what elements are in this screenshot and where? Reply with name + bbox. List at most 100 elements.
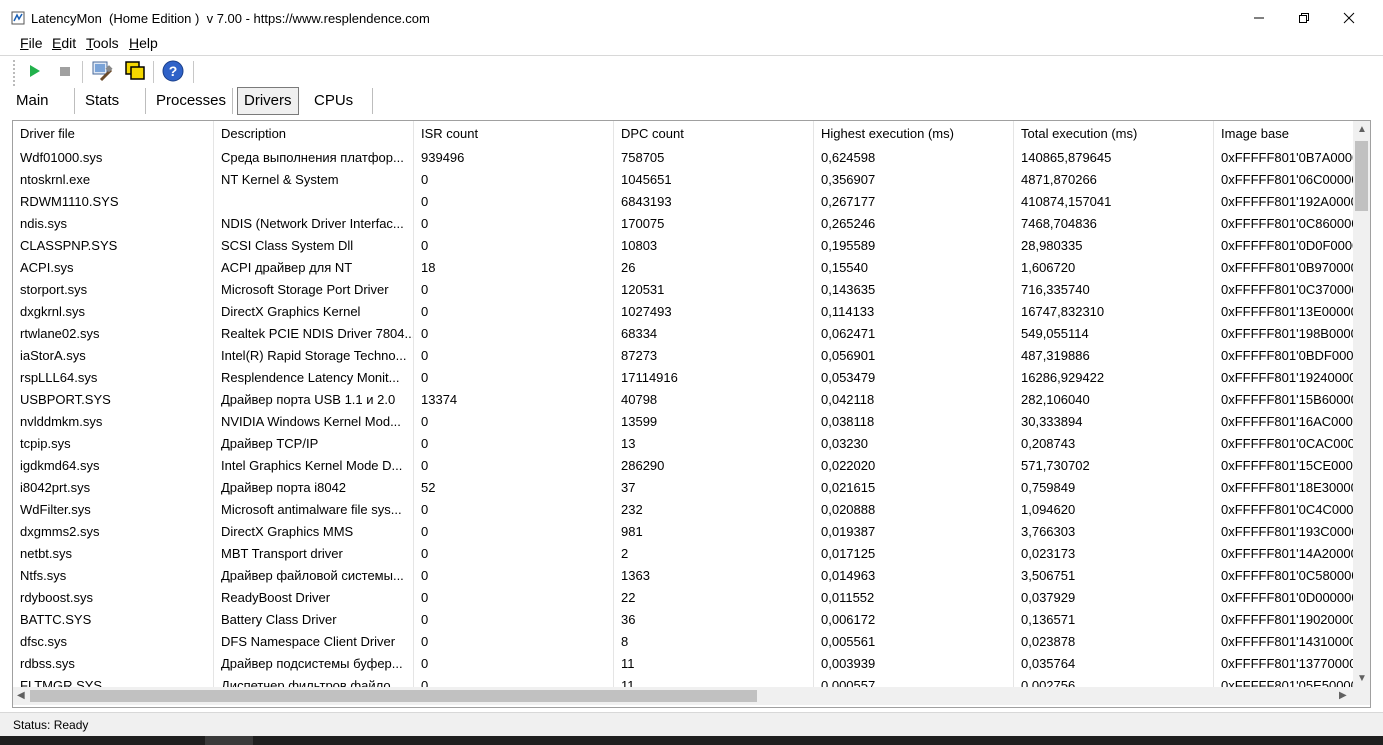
cell-driver-file: BATTC.SYS — [13, 609, 214, 631]
scroll-right-icon[interactable]: ▶ — [1339, 690, 1347, 701]
cell-driver-file: Ntfs.sys — [13, 565, 214, 587]
cell-highest-execution: 0,038118 — [814, 411, 1014, 433]
cell-highest-execution: 0,021615 — [814, 477, 1014, 499]
table-row[interactable]: ACPI.sys ACPI драйвер для NT 18 26 0,15540 1,… — [13, 257, 1353, 279]
tab-drivers[interactable]: Drivers — [237, 87, 299, 115]
table-row[interactable]: rspLLL64.sys Resplendence Latency Monit..… — [13, 367, 1353, 389]
table-row[interactable]: ndis.sys NDIS (Network Driver Interfac...… — [13, 213, 1353, 235]
menu-tools[interactable]: Tools — [86, 35, 119, 51]
column-header-isr-count[interactable]: ISR count — [414, 121, 614, 147]
cell-image-base: 0xFFFFF801'192A0000 — [1221, 194, 1353, 209]
cell-description: Драйвер порта USB 1.1 и 2.0 — [214, 389, 414, 411]
tab-processes[interactable]: Processes — [150, 88, 232, 114]
start-button[interactable] — [21, 58, 47, 84]
cell-dpc-count: 87273 — [614, 345, 814, 367]
column-header-description[interactable]: Description — [214, 121, 414, 147]
tab-cpus[interactable]: CPUs — [308, 88, 359, 114]
cell-isr-count: 0 — [414, 565, 614, 587]
cell-dpc-count: 6843193 — [614, 191, 814, 213]
table-row[interactable]: CLASSPNP.SYS SCSI Class System Dll 0 10803 0… — [13, 235, 1353, 257]
cell-dpc-count: 11 — [614, 653, 814, 675]
table-row[interactable]: FLTMGR.SYS Диспетчер фильтров файло... 0 11… — [13, 675, 1353, 687]
tab-stats[interactable]: Stats — [79, 88, 125, 114]
cell-total-execution: 3,766303 — [1014, 521, 1214, 543]
app-icon — [11, 11, 25, 25]
table-row[interactable]: RDWM1110.SYS 0 6843193 0,267177 410874,15704… — [13, 191, 1353, 213]
table-row[interactable]: igdkmd64.sys Intel Graphics Kernel Mode D… — [13, 455, 1353, 477]
vertical-scrollbar[interactable]: ▲ ▼ — [1353, 121, 1370, 687]
copy-button[interactable] — [122, 58, 148, 84]
cell-image-base: 0xFFFFF801'0B970000 — [1221, 260, 1353, 275]
close-button[interactable] — [1326, 0, 1372, 36]
cell-driver-file: dxgkrnl.sys — [13, 301, 214, 323]
cell-driver-file: ntoskrnl.exe — [13, 169, 214, 191]
play-icon — [30, 65, 40, 77]
cell-isr-count: 0 — [414, 609, 614, 631]
cell-dpc-count: 13599 — [614, 411, 814, 433]
horizontal-scrollbar[interactable]: ◀ ▶ — [13, 687, 1353, 705]
toolbar-divider-2 — [153, 61, 154, 83]
table-row[interactable]: storport.sys Microsoft Storage Port Drive… — [13, 279, 1353, 301]
table-row[interactable]: i8042prt.sys Драйвер порта i8042 52 37 0,021… — [13, 477, 1353, 499]
stop-button[interactable] — [52, 58, 78, 84]
tools-button[interactable] — [89, 58, 115, 84]
cell-total-execution: 16747,832310 — [1014, 301, 1214, 323]
copy-icon — [125, 61, 145, 80]
cell-isr-count: 52 — [414, 477, 614, 499]
cell-dpc-count: 758705 — [614, 147, 814, 169]
cell-driver-file: WdFilter.sys — [13, 499, 214, 521]
table-row[interactable]: USBPORT.SYS Драйвер порта USB 1.1 и 2.0 13… — [13, 389, 1353, 411]
cell-isr-count: 0 — [414, 279, 614, 301]
table-row[interactable]: Wdf01000.sys Среда выполнения платфор... 9… — [13, 147, 1353, 169]
table-row[interactable]: tcpip.sys Драйвер TCP/IP 0 13 0,03230 0,20874… — [13, 433, 1353, 455]
column-header-image-base[interactable]: Image base — [1214, 121, 1370, 147]
table-row[interactable]: ntoskrnl.exe NT Kernel & System 0 1045651 0,… — [13, 169, 1353, 191]
minimize-icon — [1254, 17, 1264, 19]
table-row[interactable]: rtwlane02.sys Realtek PCIE NDIS Driver 78… — [13, 323, 1353, 345]
scroll-down-icon[interactable]: ▼ — [1357, 673, 1367, 684]
menu-file[interactable]: File — [20, 35, 43, 51]
column-header-highest-execution[interactable]: Highest execution (ms) — [814, 121, 1014, 147]
tab-main[interactable]: Main — [10, 88, 55, 114]
cell-highest-execution: 0,15540 — [814, 257, 1014, 279]
table-row[interactable]: dfsc.sys DFS Namespace Client Driver 0 8 0,0… — [13, 631, 1353, 653]
cell-highest-execution: 0,000557 — [814, 675, 1014, 687]
toolbar-grip[interactable] — [13, 60, 15, 86]
cell-total-execution: 0,023878 — [1014, 631, 1214, 653]
table-row[interactable]: rdyboost.sys ReadyBoost Driver 0 22 0,011552… — [13, 587, 1353, 609]
scroll-left-icon[interactable]: ◀ — [17, 690, 25, 701]
help-button[interactable]: ? — [160, 58, 186, 84]
table-row[interactable]: netbt.sys MBT Transport driver 0 2 0,017125 0… — [13, 543, 1353, 565]
table-row[interactable]: rdbss.sys Драйвер подсистемы буфер... 0 11 0… — [13, 653, 1353, 675]
cell-highest-execution: 0,114133 — [814, 301, 1014, 323]
cell-total-execution: 0,759849 — [1014, 477, 1214, 499]
scroll-up-icon[interactable]: ▲ — [1357, 124, 1367, 135]
vertical-scroll-thumb[interactable] — [1355, 141, 1368, 211]
horizontal-scroll-thumb[interactable] — [30, 690, 757, 702]
cell-dpc-count: 36 — [614, 609, 814, 631]
column-header-driver-file[interactable]: Driver file — [13, 121, 214, 147]
table-row[interactable]: dxgmms2.sys DirectX Graphics MMS 0 981 0,019… — [13, 521, 1353, 543]
minimize-button[interactable] — [1236, 0, 1282, 36]
taskbar-active-item[interactable] — [205, 736, 253, 745]
cell-highest-execution: 0,014963 — [814, 565, 1014, 587]
column-header-dpc-count[interactable]: DPC count — [614, 121, 814, 147]
scroll-corner — [1353, 687, 1370, 705]
menu-edit[interactable]: Edit — [52, 35, 76, 51]
tab-divider — [232, 88, 233, 114]
table-row[interactable]: Ntfs.sys Драйвер файловой системы... 0 1363… — [13, 565, 1353, 587]
table-row[interactable]: WdFilter.sys Microsoft antimalware file s… — [13, 499, 1353, 521]
table-row[interactable]: nvlddmkm.sys NVIDIA Windows Kernel Mod...… — [13, 411, 1353, 433]
menu-divider — [0, 55, 1383, 56]
column-header-total-execution[interactable]: Total execution (ms) — [1014, 121, 1214, 147]
cell-driver-file: FLTMGR.SYS — [13, 675, 214, 687]
menu-help[interactable]: Help — [129, 35, 158, 51]
cell-image-base: 0xFFFFF801'06C00000 — [1221, 172, 1353, 187]
cell-isr-count: 13374 — [414, 389, 614, 411]
restore-button[interactable] — [1281, 0, 1327, 36]
table-row[interactable]: BATTC.SYS Battery Class Driver 0 36 0,006172… — [13, 609, 1353, 631]
cell-isr-count: 0 — [414, 675, 614, 687]
cell-description: Microsoft antimalware file sys... — [214, 499, 414, 521]
table-row[interactable]: iaStorA.sys Intel(R) Rapid Storage Techno… — [13, 345, 1353, 367]
table-row[interactable]: dxgkrnl.sys DirectX Graphics Kernel 0 10274… — [13, 301, 1353, 323]
